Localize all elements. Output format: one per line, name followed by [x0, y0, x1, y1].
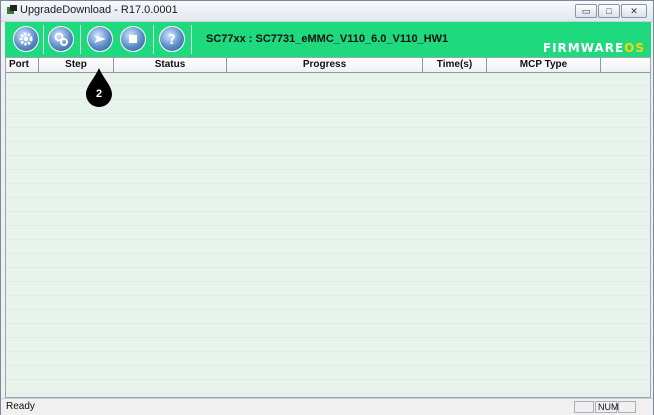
- stop-button[interactable]: [120, 26, 146, 52]
- brand-suffix: OS: [624, 41, 645, 55]
- minimize-icon: ▭: [581, 5, 591, 16]
- help-button[interactable]: ?: [159, 26, 185, 52]
- status-panel: [618, 401, 636, 413]
- close-icon: ✕: [630, 5, 638, 16]
- maximize-button[interactable]: □: [598, 4, 620, 18]
- toolbar-separator: [80, 25, 81, 54]
- window-controls: ▭ □ ✕: [575, 4, 647, 18]
- load-packet-icon: [54, 32, 68, 46]
- svg-text:?: ?: [168, 33, 176, 47]
- close-button[interactable]: ✕: [621, 4, 647, 18]
- start-download-icon: [94, 35, 106, 43]
- status-panel: [574, 401, 594, 413]
- status-text: Ready: [6, 401, 35, 412]
- stop-icon: [129, 35, 137, 43]
- maximize-icon: □: [606, 5, 612, 16]
- help-icon: ?: [168, 33, 176, 47]
- column-header-status[interactable]: Status: [114, 58, 227, 72]
- settings-button[interactable]: [13, 26, 39, 52]
- port-list[interactable]: Port Step Status Progress Time(s) MCP Ty…: [5, 57, 651, 398]
- num-lock-indicator: NUM: [595, 401, 619, 413]
- column-header-port[interactable]: Port: [6, 58, 39, 72]
- callout-number: 2: [95, 88, 103, 100]
- start-download-button[interactable]: [87, 26, 113, 52]
- load-packet-button[interactable]: [48, 26, 74, 52]
- toolbar-separator: [191, 25, 192, 54]
- status-bar: Ready NUM: [1, 398, 653, 415]
- app-icon: [7, 5, 17, 14]
- column-header-time[interactable]: Time(s): [423, 58, 487, 72]
- toolbar: ? SC77xx : SC7731_eMMC_V110_6.0_V110_HW1…: [5, 22, 651, 57]
- minimize-button[interactable]: ▭: [575, 4, 597, 18]
- device-label: SC77xx : SC7731_eMMC_V110_6.0_V110_HW1: [206, 33, 449, 45]
- column-header-mcp-type[interactable]: MCP Type: [487, 58, 601, 72]
- column-header-progress[interactable]: Progress: [227, 58, 423, 72]
- toolbar-separator: [153, 25, 154, 54]
- settings-icon: [19, 32, 33, 46]
- step-callout-marker: 2: [85, 68, 113, 108]
- window-title: UpgradeDownload - R17.0.0001: [20, 4, 178, 16]
- toolbar-separator: [43, 25, 44, 54]
- title-bar[interactable]: UpgradeDownload - R17.0.0001 ▭ □ ✕: [1, 1, 653, 22]
- main-window: UpgradeDownload - R17.0.0001 ▭ □ ✕ ? SC7…: [0, 0, 654, 415]
- brand-logo: FIRMWAREOS: [543, 41, 645, 55]
- brand-main: FIRMWARE: [542, 41, 625, 55]
